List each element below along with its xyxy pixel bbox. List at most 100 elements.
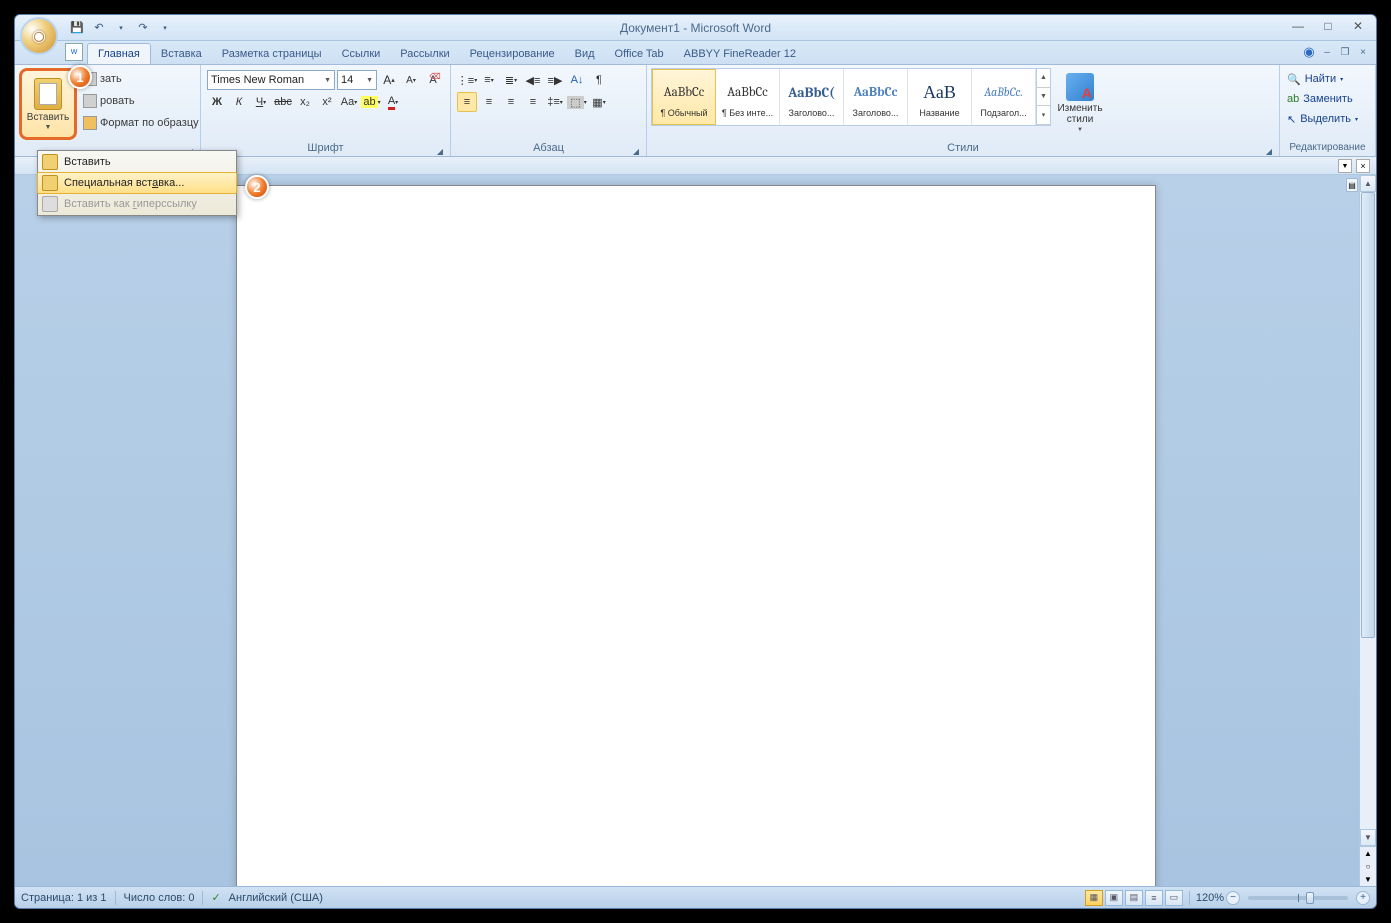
status-page[interactable]: Страница: 1 из 1 [21, 892, 107, 904]
redo-icon[interactable]: ↷ [133, 18, 153, 38]
style-no-spacing[interactable]: AaBbCc¶ Без инте... [716, 69, 780, 125]
change-styles-button[interactable]: Изменить стили ▼ [1052, 67, 1108, 133]
align-right-button[interactable]: ≡ [501, 92, 521, 112]
view-web-icon[interactable]: ▤ [1125, 890, 1143, 906]
tab-mailings[interactable]: Рассылки [390, 44, 459, 64]
style-subtitle[interactable]: AaBbCc.Подзагол... [972, 69, 1036, 125]
style-normal[interactable]: AaBbCc¶ Обычный [652, 69, 716, 125]
minimize-button[interactable]: — [1284, 17, 1312, 35]
tab-page-layout[interactable]: Разметка страницы [212, 44, 332, 64]
style-heading1[interactable]: AaBbC(Заголово... [780, 69, 844, 125]
spellcheck-icon[interactable]: ✓ [211, 891, 220, 904]
scroll-up-icon[interactable]: ▲ [1360, 175, 1376, 192]
maximize-button[interactable]: □ [1314, 17, 1342, 35]
menu-paste-special[interactable]: Специальная вставка... [37, 172, 237, 194]
sort-button[interactable]: A↓ [567, 70, 587, 90]
help-icon[interactable]: ◉ [1302, 45, 1316, 59]
tab-view[interactable]: Вид [565, 44, 605, 64]
vertical-scrollbar[interactable]: ▲ ▼ ▲ ○ ▼ [1359, 175, 1376, 886]
borders-button[interactable]: ▦▾ [589, 92, 609, 112]
bullets-button[interactable]: ⋮≡▾ [457, 70, 477, 90]
zoom-out-button[interactable]: − [1226, 891, 1240, 905]
document-page[interactable] [236, 185, 1156, 886]
close-button[interactable]: ✕ [1344, 17, 1372, 35]
copy-button[interactable]: ровать [80, 91, 202, 111]
find-button[interactable]: 🔍Найти▾ [1283, 69, 1347, 89]
tab-review[interactable]: Рецензирование [460, 44, 565, 64]
ruler-toggle-icon[interactable]: ▤ [1346, 178, 1358, 192]
font-name-combo[interactable]: Times New Roman▼ [207, 70, 335, 90]
status-words[interactable]: Число слов: 0 [124, 892, 195, 904]
undo-icon[interactable]: ↶ [89, 18, 109, 38]
highlight-button[interactable]: ab▾ [361, 92, 381, 112]
view-print-layout-icon[interactable]: ▦ [1085, 890, 1103, 906]
styles-gallery[interactable]: AaBbCc¶ Обычный AaBbCc¶ Без инте... AaBb… [651, 68, 1051, 126]
gallery-more-icon[interactable]: ▾ [1037, 106, 1050, 125]
cut-button[interactable]: зать [80, 69, 202, 89]
view-draft-icon[interactable]: ▭ [1165, 890, 1183, 906]
font-size-combo[interactable]: 14▼ [337, 70, 377, 90]
zoom-in-button[interactable]: + [1356, 891, 1370, 905]
zoom-handle[interactable] [1306, 892, 1314, 904]
tabbar-dropdown-icon[interactable]: ▼ [1338, 159, 1352, 173]
style-title[interactable]: АаВНазвание [908, 69, 972, 125]
scroll-track[interactable] [1360, 192, 1376, 829]
justify-button[interactable]: ≡ [523, 92, 543, 112]
tab-abbyy[interactable]: ABBYY FineReader 12 [674, 44, 806, 64]
launcher-icon[interactable]: ◢ [1264, 144, 1274, 154]
menu-paste[interactable]: Вставить [38, 151, 236, 173]
align-center-button[interactable]: ≡ [479, 92, 499, 112]
undo-dropdown-icon[interactable]: ▾ [111, 18, 131, 38]
doc-minimize-icon[interactable]: – [1320, 45, 1334, 59]
increase-indent-button[interactable]: ≡▶ [545, 70, 565, 90]
tabbar-close-icon[interactable]: × [1356, 159, 1370, 173]
doc-close-icon[interactable]: × [1356, 45, 1370, 59]
launcher-icon[interactable]: ◢ [435, 144, 445, 154]
format-painter-button[interactable]: Формат по образцу [80, 113, 202, 133]
browse-object-icon[interactable]: ○ [1360, 860, 1376, 873]
underline-button[interactable]: Ч▾ [251, 92, 271, 112]
tab-references[interactable]: Ссылки [332, 44, 391, 64]
gallery-up-icon[interactable]: ▲ [1037, 69, 1050, 88]
style-heading2[interactable]: AaBbCcЗаголово... [844, 69, 908, 125]
tab-home[interactable]: Главная [87, 43, 151, 64]
paste-icon [42, 154, 58, 170]
font-color-button[interactable]: A▾ [383, 92, 403, 112]
multilevel-button[interactable]: ≣▾ [501, 70, 521, 90]
save-icon[interactable]: 💾 [67, 18, 87, 38]
show-marks-button[interactable]: ¶ [589, 70, 609, 90]
status-language[interactable]: Английский (США) [229, 892, 323, 904]
superscript-button[interactable]: x² [317, 92, 337, 112]
scroll-down-icon[interactable]: ▼ [1360, 829, 1376, 846]
office-button[interactable]: ◉ [20, 17, 58, 55]
scroll-thumb[interactable] [1361, 192, 1375, 638]
align-left-button[interactable]: ≡ [457, 92, 477, 112]
status-right: ▦ ▣ ▤ ≡ ▭ 120% − + [1085, 890, 1370, 906]
bold-button[interactable]: Ж [207, 92, 227, 112]
shading-button[interactable]: ⬚▾ [567, 92, 587, 112]
line-spacing-button[interactable]: ‡≡▾ [545, 92, 565, 112]
gallery-down-icon[interactable]: ▼ [1037, 88, 1050, 107]
shrink-font-icon[interactable]: A▾ [401, 70, 421, 90]
italic-button[interactable]: К [229, 92, 249, 112]
prev-page-icon[interactable]: ▲ [1360, 847, 1376, 860]
view-outline-icon[interactable]: ≡ [1145, 890, 1163, 906]
select-button[interactable]: ↖Выделить▾ [1283, 109, 1362, 129]
grow-font-icon[interactable]: A▴ [379, 70, 399, 90]
change-case-button[interactable]: Aa▾ [339, 92, 359, 112]
numbering-button[interactable]: ≡▾ [479, 70, 499, 90]
tab-office-tab[interactable]: Office Tab [605, 44, 674, 64]
qat-customize-icon[interactable]: ▾ [155, 18, 175, 38]
decrease-indent-button[interactable]: ◀≡ [523, 70, 543, 90]
view-full-screen-icon[interactable]: ▣ [1105, 890, 1123, 906]
clear-formatting-icon[interactable]: A⌫ [423, 70, 443, 90]
strikethrough-button[interactable]: abc [273, 92, 293, 112]
replace-button[interactable]: abЗаменить [1283, 89, 1357, 109]
next-page-icon[interactable]: ▼ [1360, 873, 1376, 886]
launcher-icon[interactable]: ◢ [631, 144, 641, 154]
zoom-level[interactable]: 120% [1196, 892, 1224, 904]
zoom-slider[interactable] [1248, 896, 1348, 900]
doc-restore-icon[interactable]: ❐ [1338, 45, 1352, 59]
subscript-button[interactable]: x₂ [295, 92, 315, 112]
tab-insert[interactable]: Вставка [151, 44, 212, 64]
